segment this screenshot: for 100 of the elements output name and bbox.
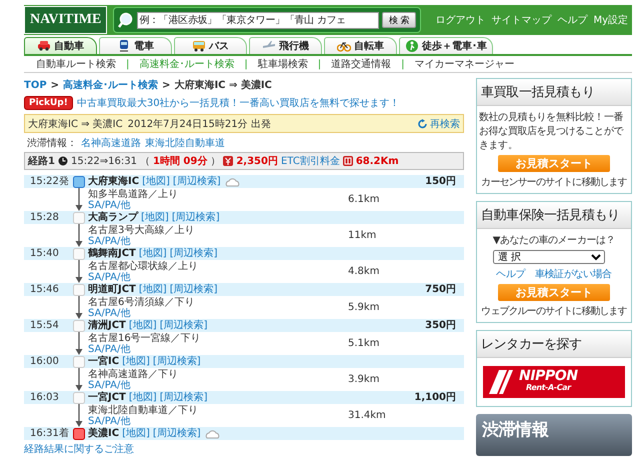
subnav-link[interactable]: 高速料金･ルート検索 — [139, 57, 234, 71]
down-arrow-icon — [75, 224, 83, 247]
sapa-link[interactable]: SA/PA/他 — [88, 200, 130, 210]
map-link[interactable]: [地図] — [138, 284, 167, 296]
card-title: 車買取一括見積もり — [477, 79, 631, 106]
congestion-label: 渋滞情報： — [27, 136, 77, 150]
down-arrow-icon — [75, 404, 83, 427]
header-link[interactable]: ログアウト — [435, 13, 486, 27]
breadcrumb-separator: > — [50, 80, 60, 90]
nearby-search-link[interactable]: [周辺検索] — [170, 284, 218, 296]
etc-fare-link[interactable]: ETC割引料金 — [280, 154, 340, 168]
nearby-search-link[interactable]: [周辺検索] — [160, 392, 208, 404]
nearby-search-link[interactable]: [周辺検索] — [172, 176, 221, 188]
subnav-link[interactable]: 駐車場検索 — [258, 57, 308, 71]
nearby-search-link[interactable]: [周辺検索] — [170, 248, 218, 260]
help-link[interactable]: 車検証がない場合 — [535, 267, 612, 281]
subnav-link[interactable]: 道路交通情報 — [331, 57, 392, 71]
sapa-link[interactable]: SA/PA/他 — [88, 344, 130, 354]
road-name: 東海北陸自動車道／下り — [88, 404, 199, 416]
pickup-link[interactable]: 中古車買取最大30社から一括見積！一番高い買取店を無料で探せます！ — [76, 96, 400, 110]
segment-distance: 11km — [348, 230, 376, 241]
stripes-icon — [489, 370, 513, 394]
logo-name: NIPPON — [519, 370, 578, 382]
stop-name: 一宮IC — [88, 356, 120, 368]
paren-text: （ — [140, 155, 150, 168]
mode-tab[interactable]: 飛行機 — [249, 37, 322, 54]
stop-name: 清洲JCT — [88, 320, 126, 332]
duration-text: 1時間 09分 — [152, 154, 208, 168]
road-name: 名古屋6号清須線／下り — [88, 296, 196, 308]
toll-fare: 350円 — [425, 320, 456, 332]
mode-tab[interactable]: 自動車 — [24, 37, 97, 54]
maker-question: ▼あなたの車のメーカーは？ — [492, 234, 616, 247]
sapa-link[interactable]: SA/PA/他 — [88, 308, 130, 318]
search-icon — [118, 12, 134, 28]
search-button[interactable]: 検 索 — [382, 12, 416, 28]
pickup-badge: PickUp! — [24, 96, 73, 110]
stop-name: 明道町JCT — [88, 284, 136, 296]
traffic-banner[interactable]: 渋滞情報 — [476, 414, 632, 456]
sapa-link[interactable]: SA/PA/他 — [88, 416, 130, 426]
header-link[interactable]: My設定 — [593, 13, 628, 27]
segment-distance: 3.9km — [348, 374, 380, 385]
caution-link[interactable]: 経路結果に関するご注意 — [24, 442, 134, 456]
stop-time: 16:31着 — [29, 427, 70, 440]
help-link[interactable]: ヘルプ — [496, 267, 525, 281]
breadcrumb-link[interactable]: 高速料金･ルート検索 — [63, 78, 158, 92]
map-link[interactable]: [地図] — [142, 176, 170, 188]
segment-distance: 4.8km — [348, 266, 380, 277]
mode-tab[interactable]: 徒歩＋電車･車 — [399, 37, 493, 54]
card-footer-text: カーセンサーのサイトに移動します — [481, 176, 627, 189]
mode-tab[interactable]: バス — [174, 37, 247, 54]
train-icon — [117, 39, 131, 53]
subnav-link[interactable]: マイカーマネージャー — [414, 57, 514, 71]
nearby-search-link[interactable]: [周辺検索] — [152, 356, 201, 368]
mode-tab[interactable]: 自転車 — [324, 37, 397, 54]
map-link[interactable]: [地図] — [128, 320, 157, 332]
segment-distance: 5.1km — [348, 338, 380, 349]
route-title: 大府東海IC ⇒ 美濃IC — [28, 118, 123, 130]
stop-time: 15:54 — [29, 319, 60, 332]
map-link[interactable]: [地図] — [138, 248, 167, 260]
header-link[interactable]: サイトマップ — [491, 13, 552, 27]
down-arrow-icon — [75, 188, 83, 211]
breadcrumb-current: 大府東海IC ⇒ 美濃IC — [174, 78, 272, 92]
map-link[interactable]: [地図] — [141, 212, 169, 224]
maker-select[interactable]: 選 択 — [493, 250, 605, 264]
car-icon — [37, 39, 51, 53]
sapa-link[interactable]: SA/PA/他 — [88, 380, 130, 390]
breadcrumb-link[interactable]: TOP — [24, 80, 47, 90]
separator-text: | — [401, 58, 404, 70]
stop-name: 美濃IC — [88, 428, 120, 440]
congestion-link[interactable]: 名神高速道路 — [81, 136, 141, 150]
nearby-search-link[interactable]: [周辺検索] — [172, 212, 220, 224]
stop-time: 15:46 — [29, 283, 60, 296]
nearby-search-link[interactable]: [周辺検索] — [160, 320, 208, 332]
header-link[interactable]: ヘルプ — [557, 13, 588, 27]
bus-icon — [192, 39, 206, 53]
search-field[interactable]: 例：「港区赤坂」「東京タワー」「青山 カフェ — [137, 12, 380, 28]
paren-text: ） — [210, 155, 220, 168]
down-arrow-icon — [75, 332, 83, 355]
stop-time: 16:03 — [29, 391, 60, 404]
map-link[interactable]: [地図] — [122, 356, 150, 368]
nearby-search-link[interactable]: [周辺検索] — [152, 428, 201, 440]
congestion-link[interactable]: 東海北陸自動車道 — [145, 136, 225, 150]
road-name: 名古屋都心環状線／上り — [88, 260, 199, 272]
segment-distance: 6.1km — [348, 194, 380, 205]
road-name: 知多半島道路／上り — [88, 188, 179, 200]
distance-total: 68.2Km — [356, 156, 399, 166]
card-description: 数社の見積もりを無料比較！一番お得な買取店を見つけることができます。 — [479, 110, 624, 152]
research-link[interactable]: 再検索 — [418, 116, 460, 130]
fare-total: 2,350円 — [236, 155, 278, 168]
sapa-link[interactable]: SA/PA/他 — [88, 236, 130, 246]
sapa-link[interactable]: SA/PA/他 — [88, 272, 130, 282]
breadcrumb-separator: > — [162, 80, 170, 90]
segment-distance: 31.4km — [348, 410, 386, 421]
rental-logo[interactable]: NIPPON Rent-A-Car — [483, 366, 625, 398]
map-link[interactable]: [地図] — [122, 428, 150, 440]
departure-text: 2012年7月24日15時21分 出発 — [128, 118, 271, 130]
mode-tab[interactable]: 電車 — [99, 37, 172, 54]
subnav-link[interactable]: 自動車ルート検索 — [36, 57, 116, 71]
road-name: 名神高速道路／下り — [88, 368, 179, 380]
map-link[interactable]: [地図] — [128, 392, 157, 404]
